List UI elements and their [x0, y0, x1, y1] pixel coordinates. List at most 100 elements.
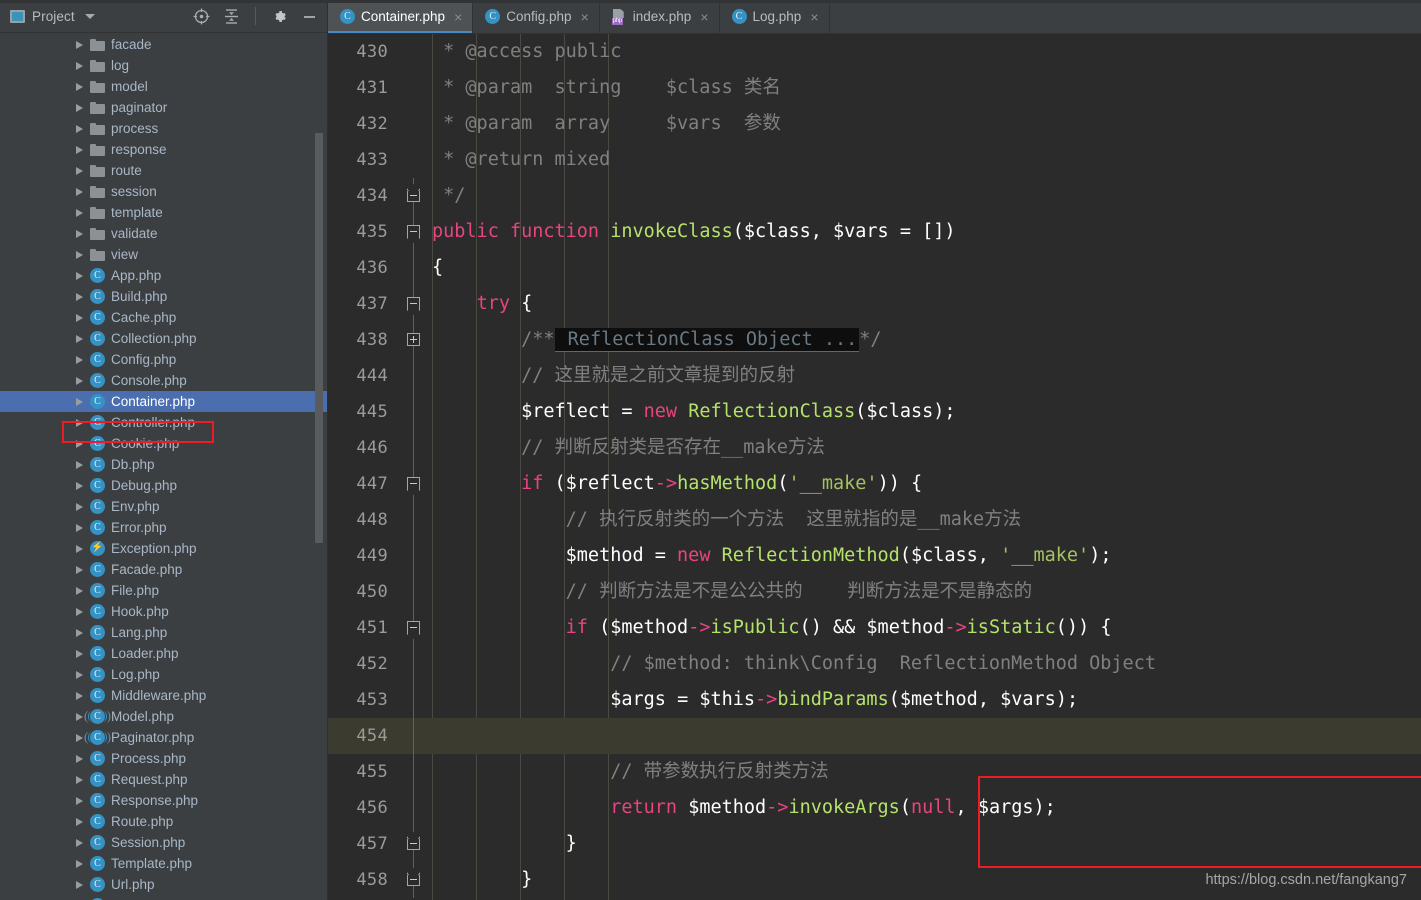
fold-toggle-icon[interactable]: [407, 297, 420, 310]
tree-item-controller-php[interactable]: C Controller.php: [0, 412, 327, 433]
tree-item-session-php[interactable]: C Session.php: [0, 832, 327, 853]
tree-item-route-php[interactable]: C Route.php: [0, 811, 327, 832]
fold-gutter[interactable]: [396, 358, 432, 394]
sidebar-scrollbar[interactable]: [315, 133, 323, 543]
chevron-right-icon[interactable]: [76, 712, 83, 721]
tree-item-response[interactable]: response: [0, 139, 327, 160]
chevron-right-icon[interactable]: [76, 376, 83, 385]
chevron-right-icon[interactable]: [76, 481, 83, 490]
code-line[interactable]: 456 return $method->invokeArgs(null, $ar…: [328, 790, 1421, 826]
fold-gutter[interactable]: [396, 826, 432, 862]
project-file-tree[interactable]: facade log model paginator process response ro…: [0, 33, 327, 900]
fold-gutter[interactable]: [396, 790, 432, 826]
chevron-right-icon[interactable]: [76, 271, 83, 280]
chevron-right-icon[interactable]: [76, 40, 83, 49]
tree-item-debug-php[interactable]: C Debug.php: [0, 475, 327, 496]
collapse-all-icon[interactable]: [223, 8, 240, 25]
chevron-right-icon[interactable]: [76, 565, 83, 574]
code-line[interactable]: 437 try {: [328, 286, 1421, 322]
fold-gutter[interactable]: [396, 106, 432, 142]
tree-item-request-php[interactable]: C Request.php: [0, 769, 327, 790]
chevron-right-icon[interactable]: [76, 103, 83, 112]
chevron-right-icon[interactable]: [76, 145, 83, 154]
editor-tab-index-php[interactable]: index.php ×: [600, 0, 720, 33]
close-icon[interactable]: ×: [581, 10, 589, 24]
chevron-right-icon[interactable]: [76, 61, 83, 70]
fold-gutter[interactable]: [396, 610, 432, 646]
tree-item-exception-php[interactable]: Exception.php: [0, 538, 327, 559]
tree-item-container-php[interactable]: C Container.php: [0, 391, 327, 412]
chevron-right-icon[interactable]: [76, 187, 83, 196]
fold-toggle-icon[interactable]: [407, 189, 420, 202]
tree-item-process[interactable]: process: [0, 118, 327, 139]
chevron-right-icon[interactable]: [76, 607, 83, 616]
tree-item-error-php[interactable]: C Error.php: [0, 517, 327, 538]
chevron-right-icon[interactable]: [76, 250, 83, 259]
chevron-right-icon[interactable]: [76, 544, 83, 553]
fold-gutter[interactable]: [396, 682, 432, 718]
fold-gutter[interactable]: [396, 70, 432, 106]
tree-item-loader-php[interactable]: C Loader.php: [0, 643, 327, 664]
code-line[interactable]: 455 // 带参数执行反射类方法: [328, 754, 1421, 790]
fold-toggle-icon[interactable]: [407, 837, 420, 850]
code-line[interactable]: 433 * @return mixed: [328, 142, 1421, 178]
tree-item-model-php[interactable]: CModel.php: [0, 706, 327, 727]
fold-gutter[interactable]: [396, 250, 432, 286]
tree-item-paginator-php[interactable]: CPaginator.php: [0, 727, 327, 748]
chevron-right-icon[interactable]: [76, 838, 83, 847]
tree-item-view[interactable]: view: [0, 244, 327, 265]
code-editor[interactable]: 430 * @access public 431 * @param string …: [328, 34, 1421, 900]
chevron-right-icon[interactable]: [76, 313, 83, 322]
chevron-right-icon[interactable]: [76, 502, 83, 511]
gear-icon[interactable]: [271, 8, 288, 25]
code-line[interactable]: 436 {: [328, 250, 1421, 286]
fold-gutter[interactable]: [396, 754, 432, 790]
tree-item-lang-php[interactable]: C Lang.php: [0, 622, 327, 643]
tree-item-middleware-php[interactable]: C Middleware.php: [0, 685, 327, 706]
chevron-right-icon[interactable]: [76, 355, 83, 364]
fold-toggle-icon[interactable]: [407, 621, 420, 634]
tree-item-env-php[interactable]: C Env.php: [0, 496, 327, 517]
chevron-right-icon[interactable]: [76, 397, 83, 406]
code-line[interactable]: 447 if ($reflect->hasMethod('__make')) {: [328, 466, 1421, 502]
code-line[interactable]: 445 $reflect = new ReflectionClass($clas…: [328, 394, 1421, 430]
chevron-right-icon[interactable]: [76, 691, 83, 700]
chevron-right-icon[interactable]: [76, 292, 83, 301]
tree-item-template[interactable]: template: [0, 202, 327, 223]
chevron-right-icon[interactable]: [76, 880, 83, 889]
close-icon[interactable]: ×: [810, 10, 818, 24]
code-line[interactable]: 452 // $method: think\Config ReflectionM…: [328, 646, 1421, 682]
tree-item-session[interactable]: session: [0, 181, 327, 202]
tree-item-build-php[interactable]: C Build.php: [0, 286, 327, 307]
chevron-right-icon[interactable]: [76, 439, 83, 448]
fold-gutter[interactable]: [396, 214, 432, 250]
fold-toggle-icon[interactable]: [407, 225, 420, 238]
tree-item-cookie-php[interactable]: C Cookie.php: [0, 433, 327, 454]
tree-item-hook-php[interactable]: C Hook.php: [0, 601, 327, 622]
chevron-right-icon[interactable]: [76, 166, 83, 175]
code-line[interactable]: 450 // 判断方法是不是公公共的 判断方法是不是静态的: [328, 574, 1421, 610]
code-line[interactable]: 457 }: [328, 826, 1421, 862]
chevron-right-icon[interactable]: [76, 418, 83, 427]
tree-item-validate-php[interactable]: CValidate.php: [0, 895, 327, 900]
close-icon[interactable]: ×: [454, 10, 462, 24]
chevron-down-icon[interactable]: [84, 13, 95, 19]
tree-item-collection-php[interactable]: C Collection.php: [0, 328, 327, 349]
chevron-right-icon[interactable]: [76, 670, 83, 679]
tree-item-app-php[interactable]: C App.php: [0, 265, 327, 286]
tree-item-file-php[interactable]: C File.php: [0, 580, 327, 601]
fold-gutter[interactable]: [396, 502, 432, 538]
tree-item-facade[interactable]: facade: [0, 34, 327, 55]
chevron-right-icon[interactable]: [76, 124, 83, 133]
tree-item-cache-php[interactable]: C Cache.php: [0, 307, 327, 328]
tree-item-config-php[interactable]: C Config.php: [0, 349, 327, 370]
tree-item-route[interactable]: route: [0, 160, 327, 181]
code-line[interactable]: 453 $args = $this->bindParams($method, $…: [328, 682, 1421, 718]
tree-item-facade-php[interactable]: C Facade.php: [0, 559, 327, 580]
chevron-right-icon[interactable]: [76, 82, 83, 91]
fold-gutter[interactable]: [396, 538, 432, 574]
code-line[interactable]: 454: [328, 718, 1421, 754]
fold-gutter[interactable]: [396, 466, 432, 502]
chevron-right-icon[interactable]: [76, 775, 83, 784]
chevron-right-icon[interactable]: [76, 628, 83, 637]
